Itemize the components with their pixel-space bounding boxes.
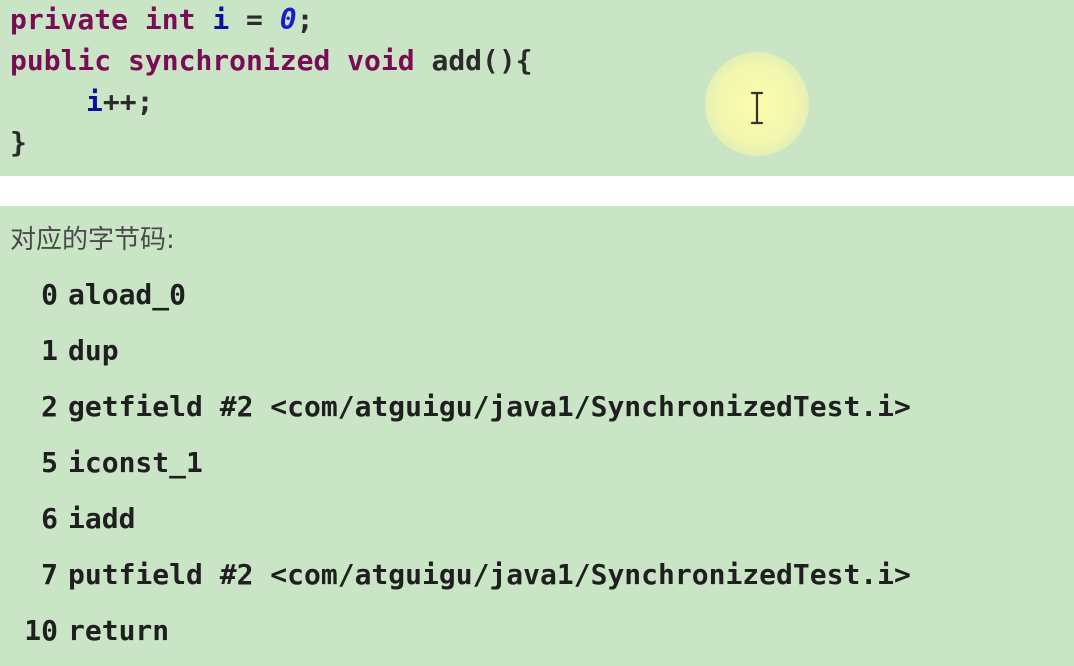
method-signature: add(){ <box>431 44 533 77</box>
bytecode-line: 5 iconst_1 <box>10 443 203 483</box>
bytecode-offset: 6 <box>41 502 58 535</box>
variable: i <box>212 3 230 36</box>
bytecode-offset: 1 <box>41 334 58 367</box>
code-line-3: i++; <box>86 82 153 122</box>
variable: i <box>86 85 103 118</box>
bytecode-line: 0 aload_0 <box>10 275 186 315</box>
bytecode-instruction: putfield #2 <com/atguigu/java1/Synchroni… <box>68 558 911 591</box>
bytecode-line: 2 getfield #2 <com/atguigu/java1/Synchron… <box>10 387 911 427</box>
code-line-1: private int i = 0; <box>10 0 313 40</box>
bytecode-instruction: aload_0 <box>68 278 187 311</box>
bytecode-instruction: iadd <box>68 502 136 535</box>
code-line-2: public synchronized void add(){ <box>10 41 533 81</box>
keyword: public <box>10 44 112 77</box>
keyword: void <box>347 44 415 77</box>
bytecode-line: 7 putfield #2 <com/atguigu/java1/Synchron… <box>10 555 911 595</box>
bytecode-line: 1 dup <box>10 331 119 371</box>
number-literal: 0 <box>279 3 297 36</box>
operator: = <box>229 3 280 36</box>
bytecode-line: 6 iadd <box>10 499 135 539</box>
text-cursor-icon <box>750 91 764 125</box>
bytecode-instruction: dup <box>68 334 119 367</box>
bytecode-offset: 0 <box>41 278 58 311</box>
keyword: synchronized <box>128 44 331 77</box>
increment-statement: ++; <box>102 85 154 118</box>
keyword: int <box>144 3 196 36</box>
bytecode-heading: 对应的字节码: <box>10 225 175 255</box>
bytecode-offset: 5 <box>41 446 58 479</box>
bytecode-offset: 7 <box>41 558 58 591</box>
bytecode-line: 10 return <box>10 611 169 651</box>
bytecode-instruction: return <box>68 614 170 647</box>
bytecode-offset: 10 <box>24 614 58 647</box>
closing-brace: } <box>10 126 27 159</box>
code-line-4: } <box>10 123 27 163</box>
semicolon: ; <box>296 3 314 36</box>
keyword: private <box>10 3 129 36</box>
bytecode-instruction: iconst_1 <box>68 446 203 479</box>
bytecode-offset: 2 <box>41 390 58 423</box>
bytecode-instruction: getfield #2 <com/atguigu/java1/Synchroni… <box>68 390 911 423</box>
